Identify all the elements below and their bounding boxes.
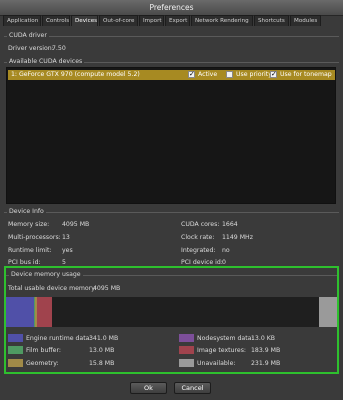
multiprocessors-label: Multi-processors:	[8, 234, 61, 241]
tab-modules[interactable]: Modules	[290, 15, 321, 26]
engine-runtime-value: 341.0 MB	[89, 335, 119, 342]
nodesystem-swatch	[179, 334, 194, 342]
tab-import[interactable]: Import	[139, 15, 164, 26]
device-row[interactable]: 1: GeForce GTX 970 (compute model 5.2) A…	[8, 70, 335, 80]
use-priority-label: Use priority	[236, 71, 272, 78]
memory-size-value: 4095 MB	[62, 221, 90, 228]
use-priority-checkbox[interactable]	[226, 71, 233, 78]
tab-application[interactable]: Application	[3, 15, 41, 26]
available-devices-heading: Available CUDA devices	[7, 58, 85, 65]
pci-device-id-value: 0	[222, 259, 226, 266]
image-textures-segment	[37, 297, 52, 327]
device-name: 1: GeForce GTX 970 (compute model 5.2)	[11, 71, 140, 78]
cuda-driver-heading: CUDA driver	[7, 32, 49, 39]
unavailable-segment	[319, 297, 337, 327]
cancel-button[interactable]: Cancel	[174, 382, 211, 394]
runtime-limit-label: Runtime limit:	[8, 247, 52, 254]
separator	[4, 212, 339, 213]
window-title: Preferences	[149, 3, 194, 12]
runtime-limit-value: yes	[62, 247, 73, 254]
memory-size-label: Memory size:	[8, 221, 50, 228]
unavailable-label: Unavailable:	[197, 360, 236, 367]
driver-version-label: Driver version:	[8, 45, 54, 52]
ok-button[interactable]: Ok	[130, 382, 167, 394]
nodesystem-value: 13.0 KB	[251, 335, 276, 342]
unavailable-swatch	[179, 359, 194, 367]
image-textures-swatch	[179, 346, 194, 354]
pci-bus-id-value: 5	[62, 259, 66, 266]
tab-network-rendering[interactable]: Network Rendering	[191, 15, 253, 26]
separator	[4, 36, 339, 37]
preferences-window: Preferences Application Controls Devices…	[0, 0, 343, 400]
image-textures-label: Image textures:	[197, 347, 247, 354]
cuda-cores-label: CUDA cores:	[181, 221, 220, 228]
geometry-swatch	[8, 359, 23, 367]
film-buffer-value: 13.0 MB	[89, 347, 115, 354]
engine-runtime-segment	[6, 297, 34, 327]
use-for-tonemap-checkbox[interactable]	[270, 70, 277, 78]
clock-rate-value: 1149 MHz	[222, 234, 253, 241]
title-bar: Preferences	[0, 0, 343, 16]
pci-device-id-label: PCI device id:	[181, 259, 223, 266]
memory-usage-bar	[6, 297, 337, 327]
clock-rate-label: Clock rate:	[181, 234, 215, 241]
nodesystem-label: Nodesystem data:	[197, 335, 254, 342]
tab-devices[interactable]: Devices	[71, 15, 98, 26]
geometry-label: Geometry:	[26, 360, 59, 367]
memory-usage-heading: Device memory usage	[9, 271, 83, 278]
film-buffer-label: Film buffer:	[26, 347, 61, 354]
active-checkbox[interactable]	[188, 70, 195, 78]
multiprocessors-value: 13	[62, 234, 70, 241]
total-memory-label: Total usable device memory:	[8, 285, 97, 292]
geometry-value: 15.8 MB	[89, 360, 115, 367]
image-textures-value: 183.9 MB	[251, 347, 281, 354]
engine-runtime-label: Engine runtime data:	[26, 335, 92, 342]
integrated-value: no	[222, 247, 230, 254]
engine-runtime-swatch	[8, 334, 23, 342]
pci-bus-id-label: PCI bus id:	[8, 259, 41, 266]
total-memory-value: 4095 MB	[93, 285, 121, 292]
tab-out-of-core[interactable]: Out-of-core	[99, 15, 138, 26]
unavailable-value: 231.9 MB	[251, 360, 281, 367]
active-label: Active	[198, 71, 218, 78]
driver-version-value: 7.50	[52, 45, 66, 52]
cuda-cores-value: 1664	[222, 221, 238, 228]
film-buffer-swatch	[8, 346, 23, 354]
device-list[interactable]: 1: GeForce GTX 970 (compute model 5.2) A…	[6, 67, 336, 204]
tab-export[interactable]: Export	[165, 15, 190, 26]
tab-shortcuts[interactable]: Shortcuts	[254, 15, 289, 26]
integrated-label: Integrated:	[181, 247, 216, 254]
use-for-tonemap-label: Use for tonemap	[280, 71, 332, 78]
tab-controls[interactable]: Controls	[42, 15, 70, 26]
tab-bar: Application Controls Devices Out-of-core…	[3, 15, 322, 26]
device-info-heading: Device Info	[7, 208, 46, 215]
